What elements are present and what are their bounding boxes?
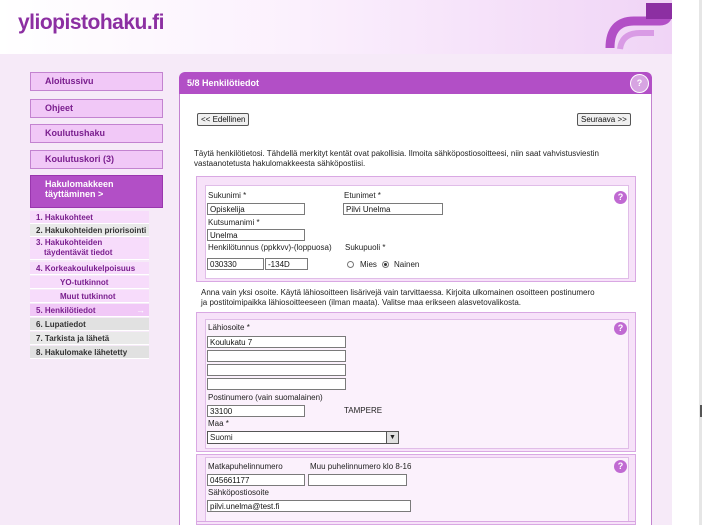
city-text: TAMPERE: [344, 406, 383, 415]
step-taydentavat-line2: täydentävät tiedot: [44, 248, 113, 257]
firstnames-field[interactable]: Pilvi Unelma: [343, 203, 443, 215]
intro-line1: Täytä henkilötietosi. Tähdellä merkityt …: [194, 149, 599, 158]
previous-button[interactable]: << Edellinen: [197, 113, 250, 126]
chevron-down-icon[interactable]: ▼: [386, 432, 398, 443]
window-edge: [672, 0, 702, 525]
gender-label: Sukupuoli *: [345, 243, 386, 252]
sidebar-item-aloitussivu[interactable]: Aloitussivu: [30, 72, 163, 91]
address-instructions-line2: ja postitoimipaikka lähiosoitteeseen (il…: [201, 298, 522, 307]
mobile-label: Matkapuhelinnumero: [208, 462, 283, 471]
sidebar-item-ohjeet[interactable]: Ohjeet: [30, 99, 163, 118]
address-instructions-line1: Anna vain yksi osoite. Käytä lähiosoitte…: [201, 288, 595, 297]
person-help-icon[interactable]: ?: [614, 191, 627, 204]
street-field-4[interactable]: [207, 378, 346, 390]
step-lahetetty[interactable]: 8. Hakulomake lähetetty: [30, 346, 149, 359]
address-help-icon[interactable]: ?: [614, 322, 627, 335]
step-muut-tutkinnot[interactable]: Muut tutkinnot: [30, 290, 149, 303]
postcode-field[interactable]: 33100: [207, 405, 305, 417]
step-lupatiedot[interactable]: 6. Lupatiedot: [30, 318, 149, 331]
panel-title: 5/8 Henkilötiedot: [179, 72, 652, 94]
site-header: yliopistohaku.fi: [0, 0, 672, 54]
postcode-label: Postinumero (vain suomalainen): [208, 393, 323, 402]
step-taydentavat-line1: 3. Hakukohteiden: [36, 238, 103, 247]
ssn-suffix-field[interactable]: -134D: [265, 258, 308, 270]
gender-male-label: Mies: [360, 260, 377, 269]
firstnames-label: Etunimet *: [344, 191, 381, 200]
step-priorisointi[interactable]: 2. Hakukohteiden priorisointi: [30, 224, 149, 237]
street-field-1[interactable]: Koulukatu 7: [207, 336, 346, 348]
step-korkeakoulukelpoisuus[interactable]: 4. Korkeakoulukelpoisuus: [30, 262, 149, 275]
site-logo[interactable]: yliopistohaku.fi: [18, 11, 165, 35]
contact-help-icon[interactable]: ?: [614, 460, 627, 473]
surname-label: Sukunimi *: [208, 191, 247, 200]
intro-line2: vastaanotetusta hakulomakkeesta sähköpos…: [194, 159, 366, 168]
sidebar-item-koulutuskori[interactable]: Koulutuskori (3): [30, 150, 163, 169]
section-divider: [196, 521, 636, 522]
sidebar-active-line1: Hakulomakkeen: [45, 179, 114, 189]
gender-female-label: Nainen: [394, 260, 420, 269]
country-label: Maa *: [208, 419, 229, 428]
help-icon[interactable]: ?: [630, 74, 649, 93]
nickname-field[interactable]: Unelma: [207, 229, 305, 241]
arrow-right-icon: →: [136, 305, 145, 315]
step-tarkista[interactable]: 7. Tarkista ja lähetä: [30, 332, 149, 345]
step-taydentavat-tiedot[interactable]: 3. Hakukohteiden täydentävät tiedot: [30, 237, 149, 260]
decorative-swirl-icon: [605, 3, 672, 50]
email-label: Sähköpostiosoite: [208, 488, 269, 497]
other-phone-field[interactable]: [308, 474, 407, 486]
sidebar-item-koulutushaku[interactable]: Koulutushaku: [30, 124, 163, 143]
country-select[interactable]: Suomi ▼: [207, 431, 399, 444]
step-henkilotiedot-label: 5. Henkilötiedot: [36, 306, 96, 315]
ssn-birthdate-field[interactable]: 030330: [207, 258, 264, 270]
ssn-label: Henkilötunnus (ppkkvv)-(loppuosa): [208, 243, 332, 252]
street-field-3[interactable]: [207, 364, 346, 376]
address-instructions: Anna vain yksi osoite. Käytä lähiosoitte…: [201, 288, 651, 308]
street-label: Lähiosoite *: [208, 323, 250, 332]
nickname-label: Kutsumanimi *: [208, 218, 260, 227]
step-yo-tutkinnot[interactable]: YO-tutkinnot: [30, 276, 149, 289]
surname-field[interactable]: Opiskelija: [207, 203, 305, 215]
next-button[interactable]: Seuraava >>: [577, 113, 631, 126]
gender-female-radio[interactable]: [382, 261, 389, 268]
mobile-field[interactable]: 045661177: [207, 474, 305, 486]
email-field[interactable]: pilvi.unelma@test.fi: [207, 500, 411, 512]
sidebar-item-hakulomake[interactable]: Hakulomakkeen täyttäminen >: [30, 175, 163, 208]
step-henkilotiedot-current[interactable]: 5. Henkilötiedot →: [30, 304, 149, 317]
sidebar-active-line2: täyttäminen >: [45, 189, 104, 199]
country-select-value: Suomi: [210, 433, 233, 442]
step-hakukohteet[interactable]: 1. Hakukohteet: [30, 211, 149, 224]
gender-male-radio[interactable]: [347, 261, 354, 268]
other-phone-label: Muu puhelinnumero klo 8-16: [310, 462, 412, 471]
street-field-2[interactable]: [207, 350, 346, 362]
intro-text: Täytä henkilötietosi. Tähdellä merkityt …: [194, 149, 644, 169]
